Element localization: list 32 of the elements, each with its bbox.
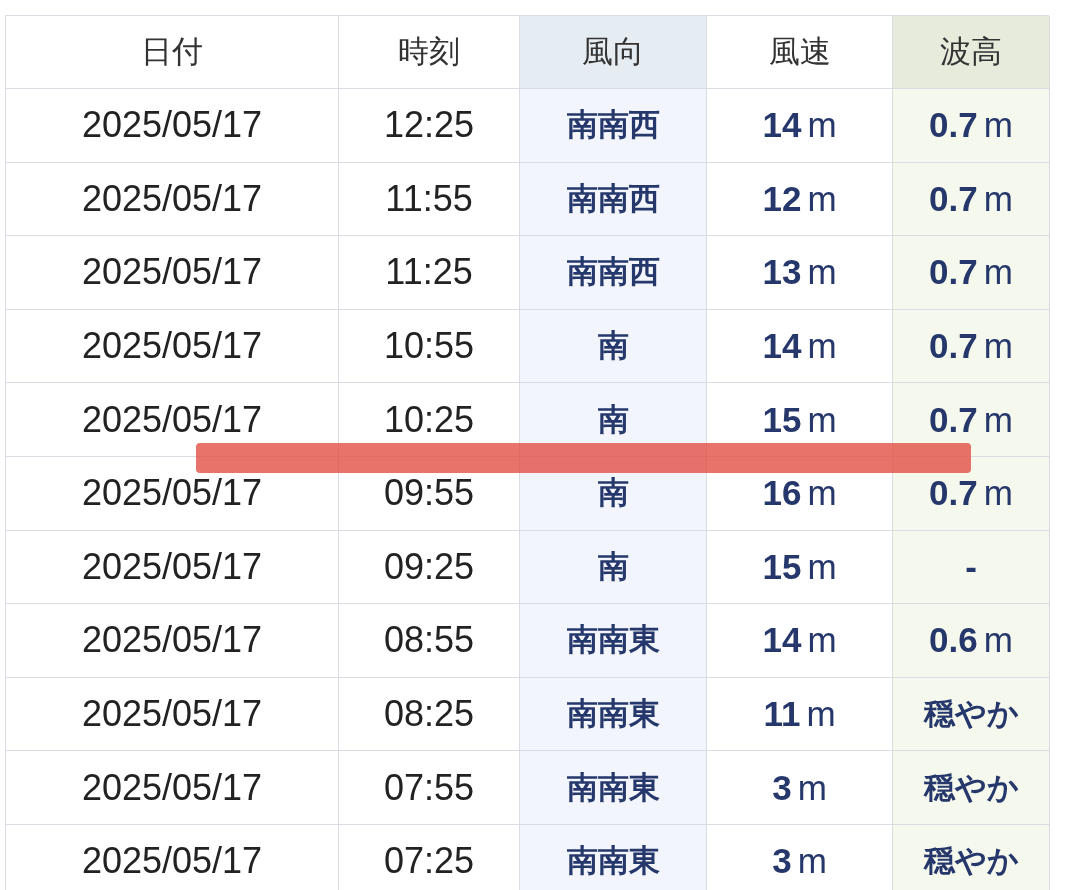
table-cell: 穏やか [893, 824, 1050, 890]
table-cell: 2025/05/17 [6, 309, 339, 384]
table-cell: - [893, 530, 1050, 605]
table-cell: 0.7 m [893, 162, 1050, 237]
table-cell: 0.6 m [893, 604, 1050, 678]
table-cell: 2025/05/17 [6, 530, 339, 605]
column-header: 波高 [893, 16, 1050, 89]
table-cell: 穏やか [893, 751, 1050, 825]
table-cell: 0.7 m [893, 89, 1050, 163]
table-cell: 南南西 [520, 89, 707, 163]
table-cell: 2025/05/17 [6, 236, 339, 310]
table-cell: 0.7 m [893, 383, 1050, 457]
table-cell: 穏やか [893, 677, 1050, 752]
column-header: 日付 [6, 16, 339, 89]
table-cell: 2025/05/17 [6, 89, 339, 163]
table-cell: 南南東 [520, 824, 707, 890]
table-cell: 0.7 m [893, 236, 1050, 310]
column-header: 風向 [520, 16, 707, 89]
table-cell: 南南西 [520, 162, 707, 237]
table-cell: 2025/05/17 [6, 824, 339, 890]
table-cell: 2025/05/17 [6, 751, 339, 825]
table-cell: 0.7 m [893, 309, 1050, 384]
table-cell: 南 [520, 530, 707, 605]
table-cell: 南南東 [520, 604, 707, 678]
table-cell: 2025/05/17 [6, 162, 339, 237]
table-cell: 南 [520, 309, 707, 384]
table-cell: 南南東 [520, 751, 707, 825]
table-cell: 2025/05/17 [6, 604, 339, 678]
table-cell: 南南西 [520, 236, 707, 310]
table-cell: 2025/05/17 [81, 472, 263, 515]
table-cell: 南南東 [520, 677, 707, 752]
table-cell: 2025/05/17 [6, 677, 339, 752]
